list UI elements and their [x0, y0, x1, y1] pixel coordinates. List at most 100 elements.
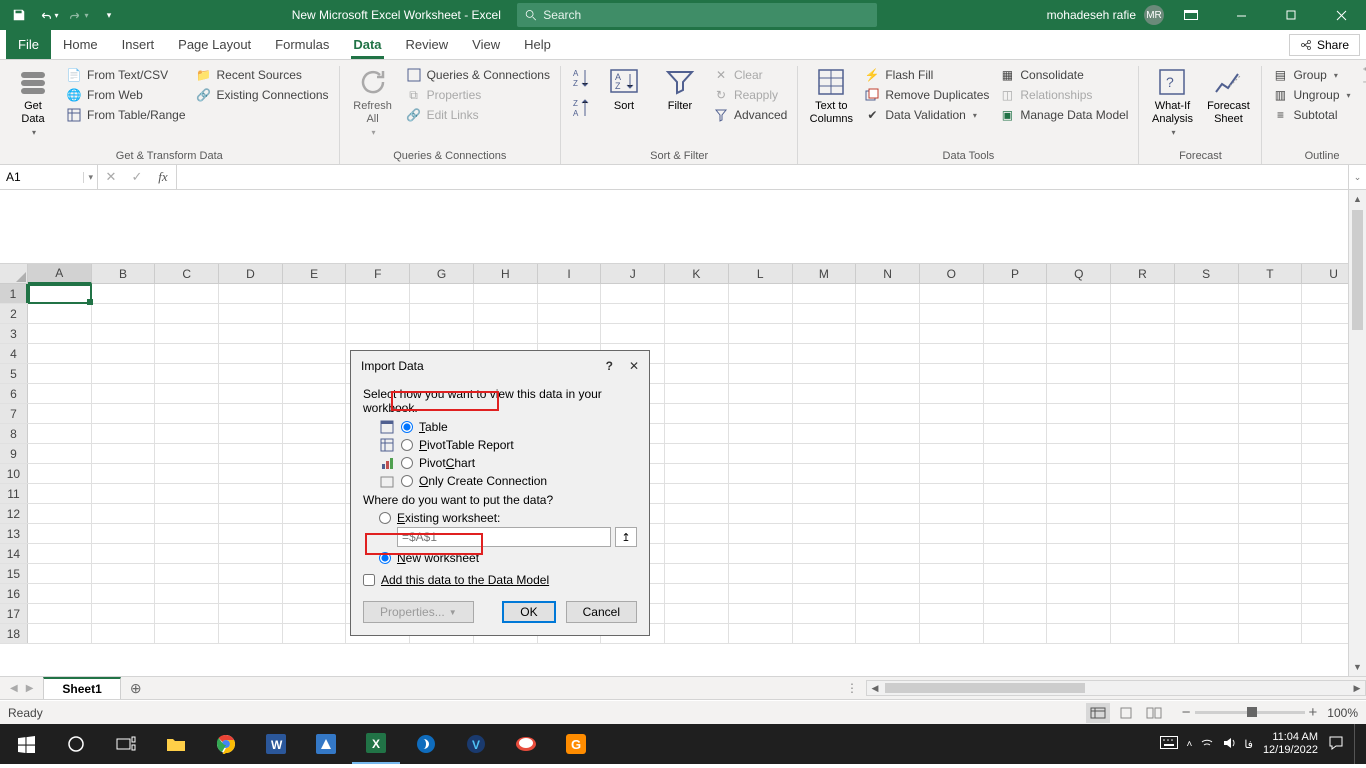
row-header[interactable]: 7 — [0, 404, 28, 423]
range-picker-button[interactable]: ↥ — [615, 527, 637, 547]
cell[interactable] — [1175, 504, 1239, 523]
cell[interactable] — [1047, 444, 1111, 463]
cell[interactable] — [92, 604, 156, 623]
row-header[interactable]: 9 — [0, 444, 28, 463]
cell[interactable] — [1111, 464, 1175, 483]
cell[interactable] — [28, 424, 92, 443]
cell[interactable] — [283, 364, 347, 383]
cell[interactable] — [28, 304, 92, 323]
tab-insert[interactable]: Insert — [110, 30, 167, 59]
cell[interactable] — [729, 624, 793, 643]
cell[interactable] — [1047, 324, 1111, 343]
cell[interactable] — [856, 624, 920, 643]
page-break-view[interactable] — [1142, 703, 1166, 723]
cell[interactable] — [920, 304, 984, 323]
cell[interactable] — [601, 304, 665, 323]
cell[interactable] — [729, 444, 793, 463]
cell[interactable] — [665, 544, 729, 563]
cell[interactable] — [155, 604, 219, 623]
col-header[interactable]: B — [92, 264, 156, 283]
cell[interactable] — [984, 624, 1048, 643]
cell[interactable] — [28, 384, 92, 403]
cell[interactable] — [793, 304, 857, 323]
cell[interactable] — [856, 544, 920, 563]
cell[interactable] — [856, 564, 920, 583]
cell[interactable] — [729, 364, 793, 383]
cell[interactable] — [92, 344, 156, 363]
cell[interactable] — [1239, 624, 1303, 643]
cell[interactable] — [1239, 564, 1303, 583]
cell[interactable] — [920, 284, 984, 303]
redo-icon[interactable]: ▾ — [66, 2, 92, 28]
cell[interactable] — [1239, 544, 1303, 563]
name-box-dropdown[interactable]: ▾ — [83, 172, 97, 183]
sort-button[interactable]: AZ Sort — [599, 66, 649, 113]
show-detail-icon[interactable]: ⁺≡ — [1363, 66, 1366, 77]
user-avatar[interactable]: MR — [1144, 5, 1164, 25]
cell[interactable] — [283, 404, 347, 423]
row-header[interactable]: 17 — [0, 604, 28, 623]
cell[interactable] — [1239, 344, 1303, 363]
cell[interactable] — [793, 464, 857, 483]
cell[interactable] — [793, 624, 857, 643]
cell[interactable] — [1111, 584, 1175, 603]
cell[interactable] — [793, 384, 857, 403]
row-header[interactable]: 3 — [0, 324, 28, 343]
cell[interactable] — [856, 284, 920, 303]
row-header[interactable]: 5 — [0, 364, 28, 383]
cell[interactable] — [155, 584, 219, 603]
cell[interactable] — [793, 284, 857, 303]
cell[interactable] — [538, 304, 602, 323]
cell[interactable] — [793, 324, 857, 343]
cell[interactable] — [665, 324, 729, 343]
sheet-nav-next[interactable]: ▶ — [26, 683, 34, 694]
cell[interactable] — [984, 464, 1048, 483]
cell[interactable] — [665, 524, 729, 543]
cell[interactable] — [665, 384, 729, 403]
col-header[interactable]: T — [1239, 264, 1303, 283]
cell[interactable] — [1175, 284, 1239, 303]
vertical-scrollbar[interactable]: ▲ ▼ — [1348, 190, 1366, 676]
queries-connections[interactable]: Queries & Connections — [404, 66, 552, 84]
cell[interactable] — [155, 484, 219, 503]
cell[interactable] — [1047, 344, 1111, 363]
cell[interactable] — [665, 364, 729, 383]
cell[interactable] — [92, 524, 156, 543]
cell[interactable] — [856, 404, 920, 423]
cell[interactable] — [984, 304, 1048, 323]
cell[interactable] — [920, 384, 984, 403]
cell[interactable] — [729, 564, 793, 583]
dialog-help-button[interactable]: ? — [606, 359, 613, 373]
col-header[interactable]: M — [793, 264, 857, 283]
cell[interactable] — [538, 284, 602, 303]
radio-new-worksheet[interactable] — [379, 552, 391, 564]
dialog-ok-button[interactable]: OK — [502, 601, 555, 623]
cell[interactable] — [1111, 604, 1175, 623]
cell[interactable] — [665, 284, 729, 303]
cell[interactable] — [1111, 284, 1175, 303]
tab-help[interactable]: Help — [512, 30, 563, 59]
cell[interactable] — [219, 524, 283, 543]
share-button[interactable]: Share — [1289, 34, 1360, 56]
cell[interactable] — [1111, 544, 1175, 563]
cell[interactable] — [1239, 384, 1303, 403]
cell[interactable] — [729, 424, 793, 443]
cell[interactable] — [1047, 484, 1111, 503]
name-box[interactable]: ▾ — [0, 165, 98, 189]
cell[interactable] — [28, 604, 92, 623]
cell[interactable] — [219, 344, 283, 363]
cell[interactable] — [665, 424, 729, 443]
cell[interactable] — [793, 444, 857, 463]
cell[interactable] — [28, 504, 92, 523]
cell[interactable] — [1047, 604, 1111, 623]
fx-icon[interactable]: fx — [150, 169, 176, 185]
sheet-tab[interactable]: Sheet1 — [43, 677, 120, 699]
col-header[interactable]: E — [283, 264, 347, 283]
cell[interactable] — [1175, 344, 1239, 363]
cell[interactable] — [793, 404, 857, 423]
col-header[interactable]: J — [601, 264, 665, 283]
dialog-close-button[interactable]: ✕ — [629, 359, 639, 373]
cell[interactable] — [729, 544, 793, 563]
cell[interactable] — [665, 344, 729, 363]
cell[interactable] — [283, 544, 347, 563]
